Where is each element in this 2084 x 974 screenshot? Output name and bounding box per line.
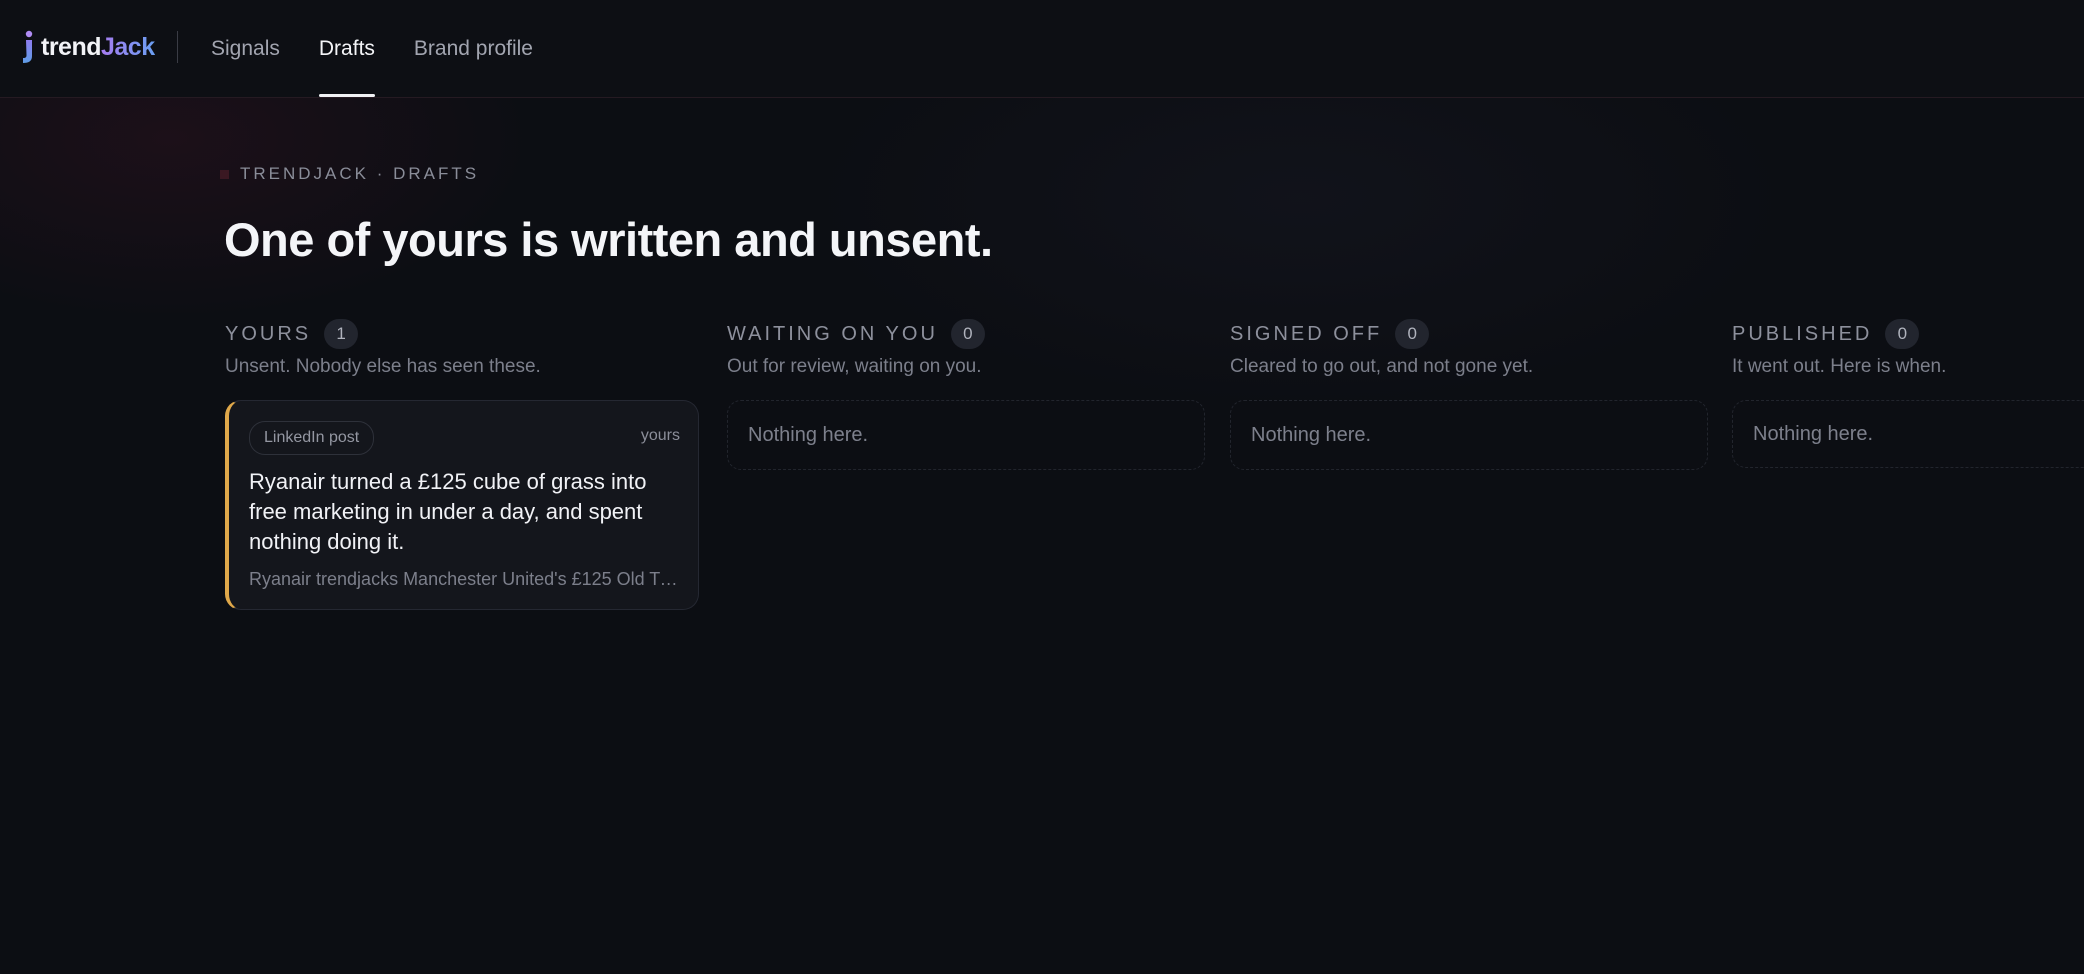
column-waiting-on-you: WAITING ON YOU 0 Out for review, waiting… (727, 318, 1205, 470)
column-subtitle: It went out. Here is when. (1732, 356, 1947, 377)
empty-state: Nothing here. (1732, 400, 2084, 468)
column-signed-off: SIGNED OFF 0 Cleared to go out, and not … (1230, 318, 1708, 470)
column-subtitle: Cleared to go out, and not gone yet. (1230, 356, 1534, 377)
eyebrow-text: TRENDJACK · DRAFTS (240, 164, 480, 183)
column-header: PUBLISHED 0 (1732, 318, 2084, 350)
column-subtitle: Unsent. Nobody else has seen these. (225, 356, 541, 377)
column-title: YOURS (225, 322, 312, 345)
empty-state: Nothing here. (1230, 400, 1708, 470)
column-yours: YOURS 1 Unsent. Nobody else has seen the… (225, 318, 703, 610)
draft-snippet: Ryanair trendjacks Manchester United's £… (249, 569, 681, 589)
eyebrow-square-icon (220, 169, 229, 179)
column-title: SIGNED OFF (1230, 322, 1383, 345)
top-navigation-bar: trendJack Signals Drafts Brand profile (0, 0, 2084, 98)
column-header: YOURS 1 (225, 318, 703, 350)
column-title: WAITING ON YOU (727, 322, 938, 345)
column-header: WAITING ON YOU 0 (727, 318, 1205, 350)
logo-wordmark: trendJack (41, 33, 155, 62)
column-header: SIGNED OFF 0 (1230, 318, 1708, 350)
column-count-badge: 0 (1885, 319, 1920, 349)
empty-state: Nothing here. (727, 400, 1205, 470)
logo-word-jack: Jack (101, 32, 155, 61)
column-title: PUBLISHED (1732, 322, 1873, 345)
nav-tab-brand-profile[interactable]: Brand profile (414, 0, 533, 97)
column-count-badge: 0 (950, 319, 985, 349)
nav-divider (177, 31, 178, 63)
page-title: One of yours is written and unsent. (224, 213, 993, 266)
column-subtitle: Out for review, waiting on you. (727, 356, 982, 377)
draft-title: Ryanair turned a £125 cube of grass into… (249, 469, 647, 554)
draft-owner-label: yours (640, 427, 680, 444)
column-published: PUBLISHED 0 It went out. Here is when. N… (1732, 318, 2084, 468)
column-count-badge: 1 (324, 319, 359, 349)
nav-tab-signals[interactable]: Signals (211, 0, 280, 97)
nav-tab-drafts[interactable]: Drafts (318, 0, 375, 97)
draft-card[interactable]: LinkedIn post yours Ryanair turned a £12… (225, 400, 699, 610)
page-eyebrow: TRENDJACK · DRAFTS (220, 164, 479, 184)
draft-type-tag: LinkedIn post (249, 421, 375, 455)
trendjack-logo[interactable]: trendJack (20, 29, 155, 65)
logo-mark-icon (23, 30, 33, 63)
column-count-badge: 0 (1395, 319, 1430, 349)
main-nav: Signals Drafts Brand profile (211, 0, 572, 97)
logo-word-trend: trend (41, 32, 102, 61)
